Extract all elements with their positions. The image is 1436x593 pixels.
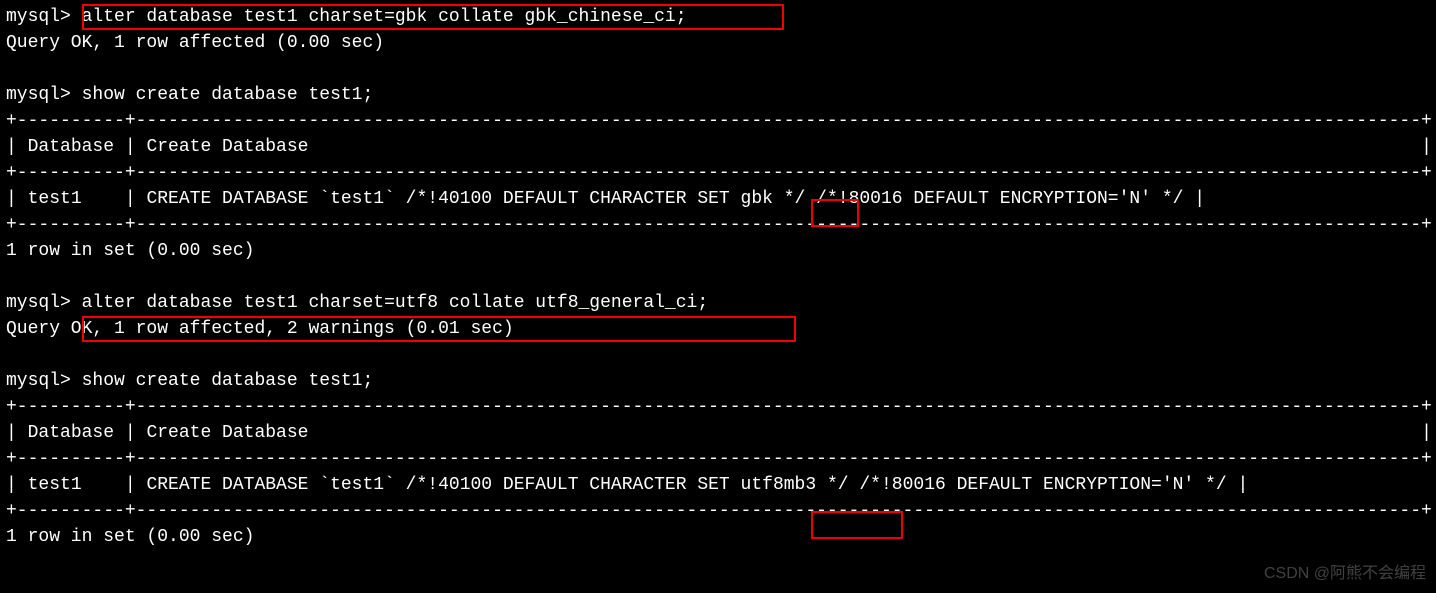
table-cell-db: test1: [28, 189, 82, 209]
table-separator: +----------+----------------------------…: [6, 449, 1432, 469]
table-border: |: [1421, 137, 1432, 157]
table-separator: +----------+----------------------------…: [6, 163, 1432, 183]
table-header-database: Database: [28, 137, 114, 157]
prompt: mysql>: [6, 371, 71, 391]
prompt: mysql>: [6, 7, 71, 27]
table-header-database: Database: [28, 423, 114, 443]
sql-alter-gbk: alter database test1 charset=gbk collate…: [82, 7, 687, 27]
sql-alter-utf8: alter database test1 charset=utf8 collat…: [82, 293, 709, 313]
query-response: Query OK, 1 row affected (0.00 sec): [6, 33, 384, 53]
charset-utf8mb3: utf8mb3: [741, 475, 817, 495]
sql-show-create-1: show create database test1;: [82, 85, 374, 105]
table-cell-create-post: */ /*!80016 DEFAULT ENCRYPTION='N' */ |: [816, 475, 1248, 495]
prompt: mysql>: [6, 293, 71, 313]
table-separator: +----------+----------------------------…: [6, 111, 1432, 131]
table-separator: +----------+----------------------------…: [6, 397, 1432, 417]
table-separator: +----------+----------------------------…: [6, 215, 1432, 235]
prompt: mysql>: [6, 85, 71, 105]
table-cell-create-pre: CREATE DATABASE `test1` /*!40100 DEFAULT…: [146, 475, 740, 495]
table-header-create: Create Database: [146, 137, 308, 157]
table-header-create: Create Database: [146, 423, 308, 443]
charset-gbk: gbk: [741, 189, 773, 209]
result-footer: 1 row in set (0.00 sec): [6, 241, 254, 261]
watermark-text: CSDN @阿熊不会编程: [1264, 561, 1426, 587]
table-separator: +----------+----------------------------…: [6, 501, 1432, 521]
result-footer: 1 row in set (0.00 sec): [6, 527, 254, 547]
table-cell-db: test1: [28, 475, 82, 495]
table-border: |: [1421, 423, 1432, 443]
query-response: Query OK, 1 row affected, 2 warnings (0.…: [6, 319, 514, 339]
table-cell-create-post: */ /*!80016 DEFAULT ENCRYPTION='N' */ |: [773, 189, 1205, 209]
sql-show-create-2: show create database test1;: [82, 371, 374, 391]
terminal-output[interactable]: mysql> alter database test1 charset=gbk …: [0, 0, 1436, 554]
table-cell-create-pre: CREATE DATABASE `test1` /*!40100 DEFAULT…: [146, 189, 740, 209]
